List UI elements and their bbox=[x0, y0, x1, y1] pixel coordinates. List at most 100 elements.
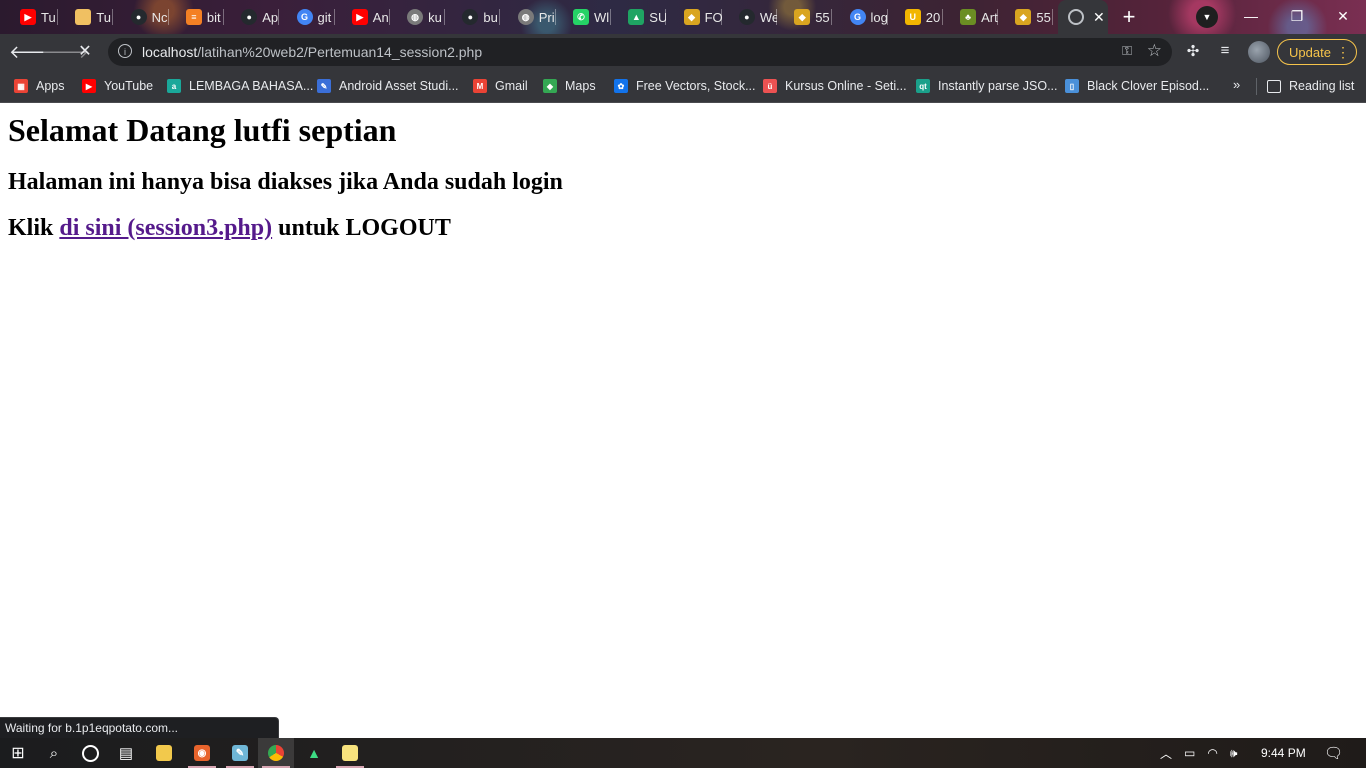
logout-link[interactable]: di sini (session3.php) bbox=[59, 215, 272, 241]
tab-search-icon[interactable]: ▼ bbox=[1196, 6, 1218, 28]
status-bubble: Waiting for b.1p1eqpotato.com... bbox=[0, 717, 279, 738]
bookmark-item[interactable]: ▶ YouTube bbox=[82, 77, 153, 95]
bookmark-item[interactable]: ▦ Apps bbox=[14, 77, 65, 95]
youtube-icon: ▶ bbox=[20, 9, 36, 25]
tab-title: Nc bbox=[151, 9, 168, 25]
browser-tab[interactable]: ♣ Art bbox=[946, 0, 999, 34]
globe-icon: ◍ bbox=[517, 9, 534, 25]
password-key-icon[interactable]: ⚿ bbox=[1122, 43, 1132, 59]
browser-tab[interactable]: Ggit bbox=[283, 0, 335, 34]
bookmark-item[interactable]: ü Kursus Online - Seti... bbox=[763, 77, 907, 95]
browser-tab[interactable]: ▲ SU bbox=[614, 0, 667, 34]
close-tab-icon[interactable]: ✕ bbox=[1093, 9, 1105, 26]
close-window-button[interactable]: ✕ bbox=[1320, 0, 1366, 32]
active-tab[interactable]: ✕ bbox=[1058, 0, 1108, 34]
start-button[interactable]: ⊞ bbox=[0, 738, 36, 768]
reading-list-button[interactable]: Reading list bbox=[1267, 77, 1354, 95]
chrome-icon bbox=[268, 745, 284, 761]
cortana-button[interactable] bbox=[72, 738, 108, 768]
chrome-button[interactable] bbox=[258, 738, 294, 768]
back-button[interactable]: 🡐 bbox=[9, 40, 57, 64]
forward-button[interactable]: 🡒 bbox=[41, 40, 89, 64]
browser-tab[interactable]: ▶ Tu bbox=[6, 0, 58, 34]
browser-tab[interactable]: ● Ap bbox=[227, 0, 280, 34]
extensions-puzzle-icon[interactable]: ✣ bbox=[1183, 42, 1203, 60]
u-icon: U bbox=[904, 9, 921, 25]
update-button[interactable]: Update ⋮ bbox=[1277, 39, 1357, 65]
update-label: Update bbox=[1289, 44, 1331, 60]
tab-separator bbox=[222, 9, 224, 25]
browser-tab[interactable]: ◍ ku bbox=[393, 0, 446, 34]
bookmark-item[interactable]: M Gmail bbox=[473, 77, 528, 95]
tab-title: Wl bbox=[594, 9, 610, 25]
android-studio-button[interactable]: ▲ bbox=[296, 738, 332, 768]
reading-list-label: Reading list bbox=[1289, 79, 1355, 93]
task-view-button[interactable]: ▤ bbox=[108, 738, 144, 768]
bookmark-label: Free Vectors, Stock... bbox=[636, 79, 756, 93]
volume-icon[interactable]: 🕪 bbox=[1230, 746, 1238, 761]
task-view-icon: ▤ bbox=[118, 745, 134, 762]
tab-separator bbox=[167, 9, 169, 25]
browser-tab[interactable]: ≡ bit bbox=[172, 0, 224, 34]
system-tray: ︿ ▭ ◠ 🕪 bbox=[1160, 738, 1237, 768]
profile-avatar[interactable] bbox=[1248, 41, 1270, 63]
app-orange-button[interactable]: ◉ bbox=[184, 738, 220, 768]
whatsapp-icon: ✆ bbox=[573, 9, 589, 25]
browser-tab[interactable]: ● We bbox=[725, 0, 777, 34]
bookmarks-bar: ▦ Apps ▶ YouTube a LEMBAGA BAHASA... ✎ Android … bbox=[0, 70, 1366, 103]
tab-title: FO bbox=[704, 9, 722, 25]
restore-button[interactable]: ❐ bbox=[1274, 0, 1320, 32]
freepik-icon: ✿ bbox=[614, 79, 628, 93]
lembaga-icon: a bbox=[167, 79, 181, 93]
browser-tab[interactable]: Glog bbox=[836, 0, 888, 34]
clock[interactable]: 9:44 PM bbox=[1261, 738, 1306, 768]
tab-title: bit bbox=[206, 9, 221, 25]
browser-tab[interactable]: ● Nc bbox=[117, 0, 169, 34]
bookmark-star-icon[interactable]: ☆ bbox=[1147, 41, 1162, 61]
browser-tab[interactable]: Tu bbox=[61, 0, 114, 34]
browser-tab[interactable]: ● bu bbox=[448, 0, 501, 34]
browser-tab[interactable]: ◍ Pri bbox=[504, 0, 556, 34]
address-bar[interactable]: i localhost/latihan%20web2/Pertemuan14_s… bbox=[108, 38, 1172, 66]
bookmark-item[interactable]: ✎ Android Asset Studi... bbox=[317, 77, 459, 95]
bookmarks-overflow-button[interactable]: » bbox=[1233, 77, 1240, 92]
browser-tab[interactable]: U 20 bbox=[891, 0, 943, 34]
bookmark-item[interactable]: qt Instantly parse JSO... bbox=[916, 77, 1058, 95]
browser-tab[interactable]: ◆ FO bbox=[670, 0, 722, 34]
bookmark-item[interactable]: ◆ Maps bbox=[543, 77, 596, 95]
tab-separator bbox=[499, 9, 501, 25]
search-button[interactable]: ⌕ bbox=[36, 738, 72, 768]
file-explorer-button[interactable] bbox=[146, 738, 182, 768]
media-queue-icon[interactable]: ≡ bbox=[1215, 42, 1235, 59]
tab-separator bbox=[941, 9, 943, 25]
new-tab-button[interactable]: + bbox=[1116, 4, 1142, 30]
chevron-up-icon[interactable]: ︿ bbox=[1160, 745, 1172, 762]
minimize-button[interactable]: — bbox=[1228, 0, 1274, 32]
notifications-icon[interactable]: 🗨 bbox=[1324, 738, 1343, 768]
browser-tab[interactable]: ◆ 55 bbox=[780, 0, 833, 34]
notepad-button[interactable] bbox=[332, 738, 368, 768]
browser-tab[interactable]: ▶ An bbox=[338, 0, 390, 34]
bookmark-item[interactable]: a LEMBAGA BAHASA... bbox=[167, 77, 313, 95]
welcome-heading: Selamat Datang lutfi septian bbox=[8, 112, 397, 148]
tab-strip: ▶ Tu Tu ● Nc ≡ bit ● Ap Ggit ▶ An ◍ ku ● bu ◍ Pri ✆ Wl ▲ SU ◆ F… bbox=[0, 0, 1366, 34]
battery-icon[interactable]: ▭ bbox=[1184, 746, 1195, 760]
wifi-icon[interactable]: ◠ bbox=[1207, 746, 1217, 760]
site-info-icon[interactable]: i bbox=[118, 44, 132, 58]
udemy-icon: ü bbox=[763, 79, 777, 93]
bookmark-item[interactable]: ▯ Black Clover Episod... bbox=[1065, 77, 1209, 95]
bookmark-item[interactable]: ✿ Free Vectors, Stock... bbox=[614, 77, 756, 95]
tab-separator bbox=[886, 9, 888, 25]
bookmark-label: Android Asset Studi... bbox=[339, 79, 459, 93]
paint-button[interactable]: ✎ bbox=[222, 738, 258, 768]
url-text[interactable]: localhost/latihan%20web2/Pertemuan14_ses… bbox=[142, 44, 482, 60]
browser-tab[interactable]: ◆ 55 bbox=[1001, 0, 1054, 34]
logout-suffix: untuk LOGOUT bbox=[278, 215, 451, 241]
page-content: Selamat Datang lutfi septian Halaman ini… bbox=[0, 103, 1366, 738]
bookmark-label: YouTube bbox=[104, 79, 154, 93]
browser-tab[interactable]: ✆ Wl bbox=[559, 0, 611, 34]
tab-separator bbox=[278, 9, 280, 25]
tab-separator bbox=[610, 9, 611, 25]
stop-loading-button[interactable]: ✕ bbox=[73, 40, 97, 64]
bookmark-label: Instantly parse JSO... bbox=[938, 79, 1058, 93]
